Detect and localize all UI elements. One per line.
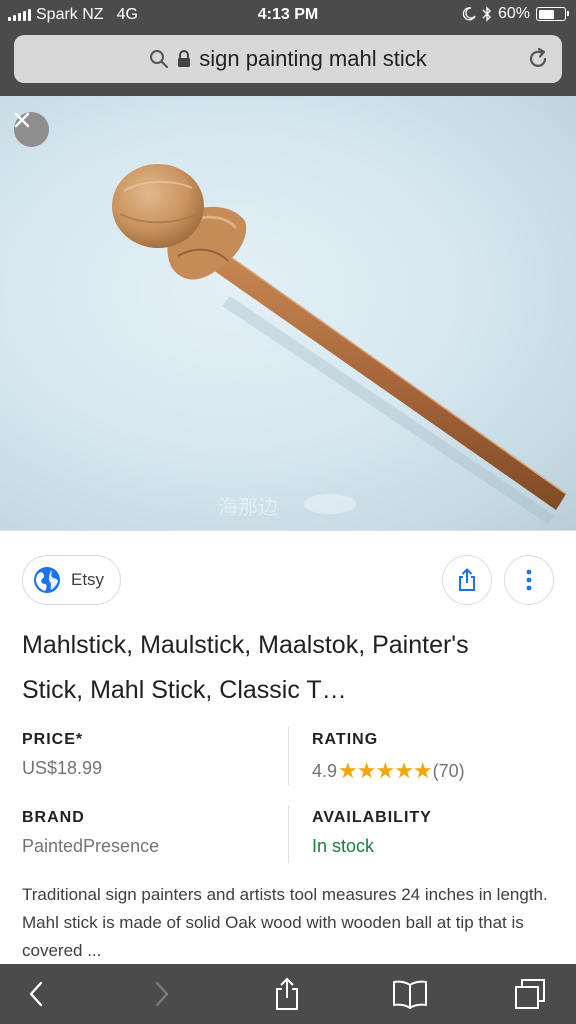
tabs-icon <box>515 979 545 1009</box>
forward-icon <box>155 981 169 1007</box>
browser-toolbar <box>0 964 576 1024</box>
bluetooth-icon <box>482 6 491 22</box>
bookmarks-icon <box>393 980 427 1009</box>
address-bar[interactable]: sign painting mahl stick <box>14 35 562 83</box>
rating-stars: ★★★★★ <box>338 758 433 783</box>
lock-icon <box>178 50 191 67</box>
source-name: Etsy <box>71 570 105 589</box>
search-query: sign painting mahl stick <box>199 46 427 71</box>
bookmarks-button[interactable] <box>390 976 430 1012</box>
rating-count: (70) <box>432 760 465 781</box>
globe-icon <box>34 567 60 593</box>
product-image[interactable]: 海那边 <box>0 96 576 530</box>
product-description: Traditional sign painters and artists to… <box>22 885 548 960</box>
product-card: Etsy Mahlstick, Maulstick, Maalstok, Pai… <box>0 530 576 964</box>
availability-label: AVAILABILITY <box>312 809 432 826</box>
watermark: 海那边 <box>218 495 278 519</box>
availability-field: AVAILABILITY In stock <box>312 809 432 857</box>
price-value: US$18.99 <box>22 758 103 778</box>
divider <box>288 727 289 785</box>
close-icon <box>14 112 30 128</box>
reload-icon[interactable] <box>526 47 550 71</box>
source-chip[interactable]: Etsy <box>22 555 122 605</box>
back-icon <box>29 981 43 1007</box>
mahl-stick-image: 海那边 <box>112 164 567 524</box>
more-options-button[interactable] <box>504 555 554 605</box>
tabs-button[interactable] <box>510 976 550 1012</box>
product-title[interactable]: Mahlstick, Maulstick, Maalstok, Painter'… <box>22 623 522 713</box>
battery-icon <box>536 7 569 21</box>
address-content: sign painting mahl stick <box>14 35 562 83</box>
more-vert-icon <box>526 569 532 591</box>
forward-button[interactable] <box>142 976 182 1012</box>
battery-percent: 60% <box>497 5 530 22</box>
price-label: PRICE* <box>22 731 84 748</box>
price-field: PRICE* US$18.99 <box>22 731 102 779</box>
close-button[interactable] <box>14 112 49 147</box>
brand-field: BRAND PaintedPresence <box>22 809 159 857</box>
availability-value: In stock <box>312 836 375 856</box>
rating-label: RATING <box>312 731 379 748</box>
share-icon <box>276 977 298 1010</box>
status-bar: Spark NZ 4G 4:13 PM 60% <box>0 0 576 30</box>
rating-value: 4.9 <box>312 760 338 781</box>
search-icon <box>150 50 169 69</box>
status-right: 60% <box>462 5 569 23</box>
back-button[interactable] <box>16 976 56 1012</box>
moon-icon <box>462 7 476 21</box>
rating-row: 4.9 ★★★★★ (70) <box>312 758 465 784</box>
share-icon <box>459 568 475 591</box>
rating-field: RATING 4.9 ★★★★★ (70) <box>312 731 465 784</box>
browser-header: sign painting mahl stick <box>0 30 576 96</box>
battery-level <box>538 9 554 19</box>
brand-value: PaintedPresence <box>22 836 160 856</box>
share-page-button[interactable] <box>267 976 307 1012</box>
brand-label: BRAND <box>22 809 85 826</box>
share-button[interactable] <box>442 555 492 605</box>
divider <box>288 805 289 863</box>
